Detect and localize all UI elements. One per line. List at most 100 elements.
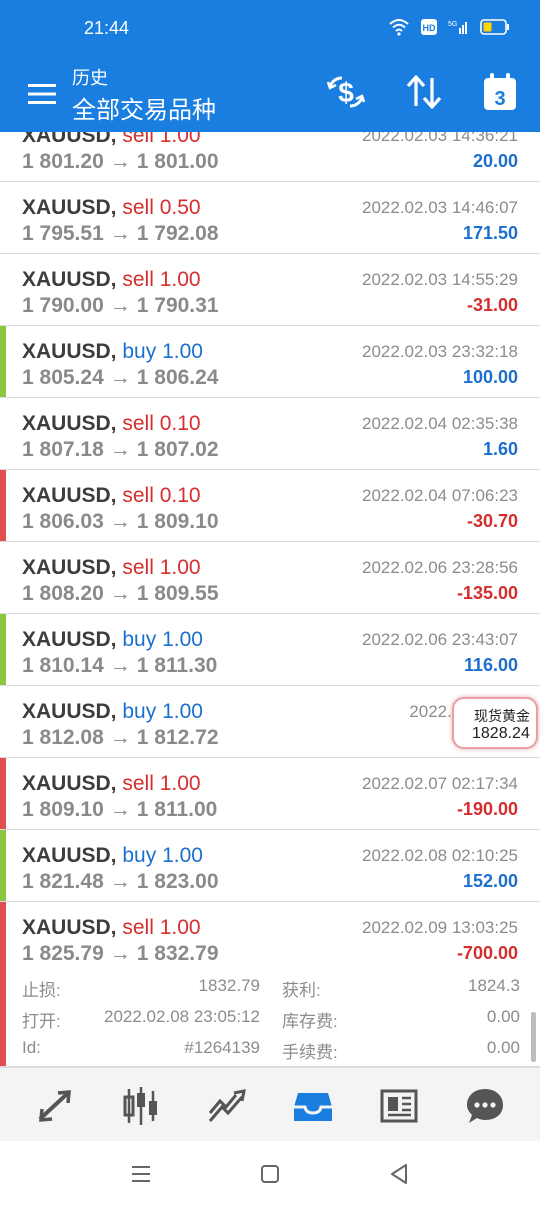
svg-text:HD: HD xyxy=(423,23,436,33)
deal-prices: 1 795.51 → 1 792.08 xyxy=(22,222,219,246)
deal-profit: 100.00 xyxy=(462,367,518,387)
open-price: 1 795.51 xyxy=(22,222,104,245)
deal-title: XAUUSD, sell 0.10 xyxy=(22,412,201,436)
deal-type: sell xyxy=(122,772,154,795)
deal-row[interactable]: XAUUSD, sell 1.00 1 808.20 → 1 809.55 2022.0… xyxy=(0,542,540,614)
close-price: 1 807.02 xyxy=(136,438,219,461)
deal-indicator-bar xyxy=(0,830,6,901)
open-price: 1 821.48 xyxy=(22,870,104,893)
deal-prices: 1 807.18 → 1 807.02 xyxy=(22,438,219,462)
deal-row[interactable]: XAUUSD, sell 1.00 1 790.00 → 1 790.31 2022.0… xyxy=(0,254,540,326)
close-price: 1 792.08 xyxy=(136,222,219,245)
deal-title: XAUUSD, sell 1.00 xyxy=(22,916,201,940)
close-price: 1 811.00 xyxy=(136,798,218,821)
arrow-right-icon: → xyxy=(109,438,131,461)
history-icon[interactable] xyxy=(292,1085,334,1127)
bottom-nav xyxy=(0,1067,540,1142)
calendar-icon[interactable]: 3 xyxy=(478,72,522,112)
deal-row[interactable]: XAUUSD, sell 1.00 1 809.10 → 1 811.00 2022.0… xyxy=(0,758,540,830)
chart-icon[interactable] xyxy=(120,1085,162,1127)
deal-indicator-bar xyxy=(0,758,6,829)
deal-type: sell xyxy=(122,132,154,147)
deal-time: 2022.02.03 23:32:18 xyxy=(362,342,518,361)
chat-icon[interactable] xyxy=(464,1085,506,1127)
page-title[interactable]: 全部交易品种 xyxy=(72,90,216,125)
deal-symbol: XAUUSD, xyxy=(22,132,117,147)
open-price: 1 807.18 xyxy=(22,438,104,461)
deal-symbol: XAUUSD, xyxy=(22,772,117,795)
deal-row[interactable]: XAUUSD, buy 1.00 1 821.48 → 1 823.00 2022.02… xyxy=(0,830,540,902)
deal-type: sell xyxy=(122,412,154,435)
deal-type: sell xyxy=(122,196,154,219)
signal-icon: 5G xyxy=(448,21,467,34)
deal-symbol: XAUUSD, xyxy=(22,628,117,651)
deal-row[interactable]: XAUUSD, sell 0.10 1 806.03 → 1 809.10 2022.0… xyxy=(0,470,540,542)
badge-label: 现货黄金 xyxy=(474,708,530,724)
deal-row[interactable]: XAUUSD, sell 1.00 1 801.20 → 1 801.00 2022.0… xyxy=(0,132,540,182)
deal-symbol: XAUUSD, xyxy=(22,484,117,507)
take-profit-label: 获利: xyxy=(282,981,321,1000)
sort-icon[interactable] xyxy=(402,72,446,112)
deal-title: XAUUSD, sell 1.00 xyxy=(22,268,201,292)
arrow-right-icon: → xyxy=(109,654,131,677)
deal-time: 2022.02.04 07:06:23 xyxy=(362,486,518,505)
deal-symbol: XAUUSD, xyxy=(22,844,117,867)
recent-apps-icon[interactable] xyxy=(128,1161,154,1187)
deal-row[interactable]: XAUUSD, buy 1.00 1 805.24 → 1 806.24 2022.02… xyxy=(0,326,540,398)
open-price: 1 812.08 xyxy=(22,726,104,749)
home-icon[interactable] xyxy=(257,1161,283,1187)
deal-prices: 1 801.20 → 1 801.00 xyxy=(22,150,219,174)
deal-prices: 1 809.10 → 1 811.00 xyxy=(22,798,217,822)
scrollbar[interactable] xyxy=(531,1012,536,1062)
deal-volume: 1.00 xyxy=(159,132,201,147)
deal-title: XAUUSD, buy 1.00 xyxy=(22,700,203,724)
deal-type: buy xyxy=(122,700,157,723)
close-price: 1 832.79 xyxy=(136,942,219,965)
open-time-value: 2022.02.08 23:05:12 xyxy=(104,1007,260,1026)
arrow-right-icon: → xyxy=(109,870,131,893)
fee-label: 手续费: xyxy=(282,1043,338,1062)
deal-profit: -190.00 xyxy=(456,799,518,819)
deal-time: 2022.02.09 13:03:25 xyxy=(362,918,518,937)
arrow-right-icon: → xyxy=(109,294,131,317)
deal-prices: 1 806.03 → 1 809.10 xyxy=(22,510,219,534)
deal-prices: 1 825.79 → 1 832.79 xyxy=(22,942,219,966)
close-price: 1 809.10 xyxy=(136,510,219,533)
deal-volume: 0.10 xyxy=(159,484,201,507)
deal-indicator-bar xyxy=(0,326,6,397)
deal-row[interactable]: XAUUSD, sell 0.50 1 795.51 → 1 792.08 2022.0… xyxy=(0,182,540,254)
close-price: 1 812.72 xyxy=(136,726,219,749)
arrow-right-icon: → xyxy=(109,726,131,749)
currency-exchange-icon[interactable]: $ xyxy=(324,72,368,112)
fee-value: 0.00 xyxy=(486,1038,520,1057)
deal-indicator-bar xyxy=(0,470,6,541)
deal-title: XAUUSD, buy 1.00 xyxy=(22,340,203,364)
news-icon[interactable] xyxy=(378,1085,420,1127)
deal-volume: 1.00 xyxy=(159,268,201,291)
trade-icon[interactable] xyxy=(206,1085,248,1127)
deal-type: buy xyxy=(122,340,157,363)
deal-type: buy xyxy=(122,628,157,651)
deal-volume: 1.00 xyxy=(162,340,203,363)
close-price: 1 790.31 xyxy=(136,294,219,317)
deal-title: XAUUSD, buy 1.00 xyxy=(22,628,203,652)
id-label: Id: xyxy=(22,1038,41,1057)
deal-type: sell xyxy=(122,268,154,291)
deal-time: 2022.02.03 14:46:07 xyxy=(362,198,518,217)
deal-row[interactable]: XAUUSD, sell 0.10 1 807.18 → 1 807.02 2022.0… xyxy=(0,398,540,470)
menu-icon[interactable] xyxy=(26,80,58,108)
quotes-icon[interactable] xyxy=(34,1085,76,1127)
back-icon[interactable] xyxy=(386,1161,412,1187)
app-header: 历史 全部交易品种 $ 3 xyxy=(0,58,540,132)
stop-loss-label: 止损: xyxy=(22,981,61,1000)
deal-volume: 1.00 xyxy=(162,844,203,867)
deal-time: 2022.02.06 23:43:07 xyxy=(362,630,518,649)
badge-price: 1828.24 xyxy=(472,725,530,742)
deal-row[interactable]: XAUUSD, buy 1.00 1 810.14 → 1 811.30 2022.02… xyxy=(0,614,540,686)
deal-volume: 0.10 xyxy=(159,412,201,435)
price-badge[interactable]: 现货黄金 1828.24 xyxy=(452,697,538,749)
status-time: 21:44 xyxy=(84,18,130,38)
stop-loss-value: 1832.79 xyxy=(198,976,260,995)
status-bar: 21:44 HD 5G xyxy=(0,0,540,58)
deal-type: sell xyxy=(122,556,154,579)
